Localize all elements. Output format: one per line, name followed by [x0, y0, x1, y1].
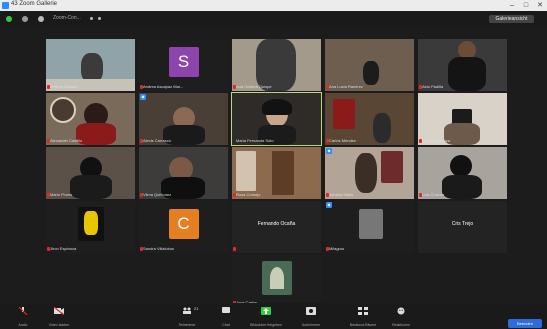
share-screen-button[interactable]: Bildschirm freigeben [247, 306, 285, 328]
participant-tile[interactable]: Ana Lucia Ramirez [325, 39, 414, 91]
participant-name: Ana Lucia Ramirez [329, 84, 363, 89]
record-icon [306, 307, 316, 315]
participant-tile[interactable]: Jhon Espinoza [46, 201, 135, 253]
participant-tile[interactable]: Alexander Castillo [46, 93, 135, 145]
microphone-icon [18, 307, 28, 315]
pin-icon: ◆ [326, 202, 332, 208]
pin-icon: ◆ [140, 94, 146, 100]
participant-name: Diana Espinoza [422, 138, 451, 143]
chat-icon [222, 307, 230, 313]
participant-tile[interactable]: Fernando Ocaña [232, 201, 321, 253]
participant-tile[interactable]: Mario Flores [46, 147, 135, 199]
participant-name: Johana Salas [329, 192, 354, 197]
breakout-icon [358, 307, 368, 315]
participant-tile[interactable]: Luis Chacon [418, 147, 507, 199]
participant-name: Maria Fernanda Soto [236, 138, 274, 143]
participant-tile[interactable]: Rosa Cornejo [232, 147, 321, 199]
participant-tile[interactable]: Diana Espinoza [418, 93, 507, 145]
status-dot-icon [98, 17, 101, 20]
participant-tile[interactable]: Cris Trejo [418, 201, 507, 253]
participant-label: Cris Trejo [451, 221, 474, 227]
window-title: 43 Zoom Gallerie [11, 1, 58, 7]
video-button[interactable]: Video starten [40, 306, 78, 328]
muted-mic-icon [233, 247, 236, 251]
participant-name: Ana Cristina Quispe [236, 84, 272, 89]
participant-name: Andrea Quispe [50, 84, 77, 89]
participant-tile[interactable]: ◆ Johana Salas [325, 147, 414, 199]
reactions-button[interactable]: Reaktionen [382, 306, 420, 328]
participant-name: Carlos Mendez [329, 138, 356, 143]
video-icon [54, 307, 64, 315]
record-button[interactable]: Aufnehmen [292, 306, 330, 328]
meeting-toolbar: Audio Video starten 21 Teilnehmer Chat B… [0, 303, 547, 329]
meeting-text: Zoom-Con... [53, 15, 81, 21]
avatar: S [168, 47, 199, 77]
end-meeting-button[interactable]: Beenden [508, 319, 542, 328]
avatar: C [168, 209, 199, 239]
participant-name: Andrea Ascapaz Mar... [143, 84, 184, 89]
participant-name: Luis Chacon [422, 192, 445, 197]
participant-name: Milagros [329, 246, 345, 251]
maximize-button[interactable]: □ [519, 0, 533, 11]
zoom-logo-icon [2, 2, 9, 9]
security-shield-icon[interactable] [6, 16, 12, 22]
participant-tile[interactable]: C Sandra Villalobos [139, 201, 228, 253]
participant-tile[interactable]: Andrea Quispe [46, 39, 135, 91]
participant-tile[interactable]: S Andrea Ascapaz Mar... [139, 39, 228, 91]
participant-tile[interactable]: ◆ Alexis Carrasco [139, 93, 228, 145]
window-titlebar: 43 Zoom Gallerie – □ ✕ [0, 0, 547, 11]
participant-tile[interactable]: Carlos Mendez [325, 93, 414, 145]
participant-label: Fernando Ocaña [257, 221, 296, 227]
recording-dot-icon [90, 17, 93, 20]
participants-count: 21 [194, 306, 199, 311]
participant-name: Mario Flores [50, 192, 73, 197]
participant-name: Vilma Quiñonez [143, 192, 172, 197]
participant-tile[interactable]: Jose Carlos [232, 255, 321, 307]
meeting-info-icon[interactable] [22, 16, 28, 22]
participant-name: Aldo Padilla [422, 84, 444, 89]
chat-button[interactable]: Chat [207, 306, 245, 328]
participant-tile[interactable]: ◆ Milagros [325, 201, 414, 253]
share-screen-icon [261, 307, 271, 315]
reaction-icon [397, 307, 405, 315]
participant-tile[interactable]: Vilma Quiñonez [139, 147, 228, 199]
participants-button[interactable]: 21 Teilnehmer [168, 306, 206, 328]
active-speaker-tile[interactable]: Maria Fernanda Soto [231, 92, 322, 146]
pin-icon: ◆ [326, 148, 332, 154]
close-button[interactable]: ✕ [533, 0, 547, 11]
participant-name: Sandra Villalobos [143, 246, 175, 251]
minimize-button[interactable]: – [505, 0, 519, 11]
participant-name: Jhon Espinoza [50, 246, 77, 251]
meeting-topbar: Zoom-Con... Galerieansicht [0, 11, 547, 28]
breakout-rooms-button[interactable]: Breakout-Räume [344, 306, 382, 328]
participant-tile[interactable]: Ana Cristina Quispe [232, 39, 321, 91]
participant-name: Alexander Castillo [50, 138, 83, 143]
participants-icon [183, 307, 191, 314]
participant-name: Alexis Carrasco [143, 138, 172, 143]
audio-button[interactable]: Audio [4, 306, 42, 328]
gallery-view-button[interactable]: Galerieansicht [489, 15, 534, 23]
connection-icon[interactable] [38, 16, 44, 22]
participant-name: Rosa Cornejo [236, 192, 261, 197]
participant-tile[interactable]: Aldo Padilla [418, 39, 507, 91]
